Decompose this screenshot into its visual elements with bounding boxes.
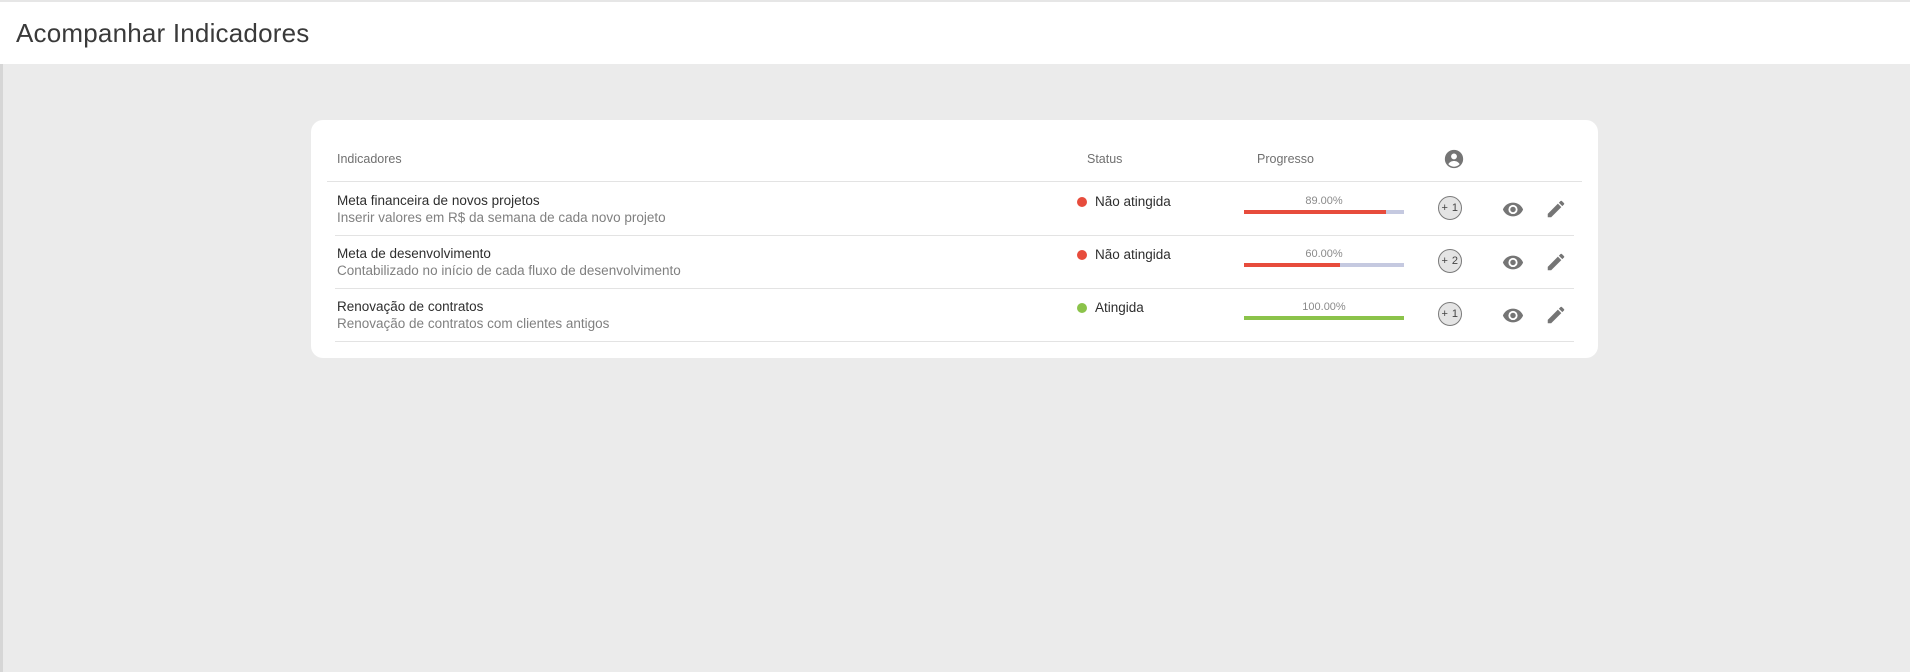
progress-label: 100.00% [1302,301,1346,313]
status-dot-icon [1077,249,1087,260]
view-button[interactable] [1501,250,1525,274]
progress-bar: 60.00% [1244,247,1404,267]
status-label: Não atingida [1095,247,1171,262]
status-label: Não atingida [1095,194,1171,209]
progress-bar: 89.00% [1244,194,1404,214]
indicator-title: Meta de desenvolvimento [337,246,491,261]
responsaveis-count-badge[interactable]: + 1 [1438,196,1462,220]
progress-track [1244,316,1404,320]
progress-track [1244,263,1404,267]
page-title: Acompanhar Indicadores [16,18,310,48]
progress-label: 89.00% [1305,195,1343,207]
status-badge: Não atingida [1077,194,1171,209]
eye-icon [1502,202,1524,217]
view-button[interactable] [1501,197,1525,221]
status-badge: Não atingida [1077,247,1171,262]
eye-icon [1502,308,1524,323]
pencil-icon [1547,306,1565,324]
responsaveis-count-badge[interactable]: + 2 [1438,249,1462,273]
view-button[interactable] [1501,303,1525,327]
page-header: Acompanhar Indicadores [0,0,1910,64]
status-dot-icon [1077,196,1087,207]
indicator-description: Inserir valores em R$ da semana de cada … [337,210,666,225]
table-row[interactable]: Meta de desenvolvimento Contabilizado no… [335,236,1574,289]
table-header: Indicadores Status Progresso [327,138,1582,182]
responsaveis-count-badge[interactable]: + 1 [1438,302,1462,326]
indicator-title: Renovação de contratos [337,299,484,314]
status-label: Atingida [1095,300,1144,315]
table-row[interactable]: Renovação de contratos Renovação de cont… [335,289,1574,342]
edit-button[interactable] [1544,303,1568,327]
progress-fill [1244,316,1404,320]
pencil-icon [1547,253,1565,271]
pencil-icon [1547,200,1565,218]
indicator-description: Renovação de contratos com clientes anti… [337,316,610,331]
eye-icon [1502,255,1524,270]
indicator-title: Meta financeira de novos projetos [337,193,540,208]
status-badge: Atingida [1077,300,1144,315]
edit-button[interactable] [1544,250,1568,274]
table-row[interactable]: Meta financeira de novos projetos Inseri… [335,183,1574,236]
column-header-progresso[interactable]: Progresso [1257,152,1314,166]
progress-fill [1244,263,1340,267]
progress-track [1244,210,1404,214]
column-header-indicadores[interactable]: Indicadores [337,152,402,166]
indicators-card: Indicadores Status Progresso Meta financ… [311,120,1598,358]
progress-label: 60.00% [1305,248,1343,260]
column-header-status[interactable]: Status [1087,152,1122,166]
indicator-description: Contabilizado no início de cada fluxo de… [337,263,681,278]
progress-bar: 100.00% [1244,300,1404,320]
edit-button[interactable] [1544,197,1568,221]
left-edge-shadow [0,0,3,672]
progress-fill [1244,210,1387,214]
account-circle-icon [1443,148,1465,170]
status-dot-icon [1077,302,1087,313]
